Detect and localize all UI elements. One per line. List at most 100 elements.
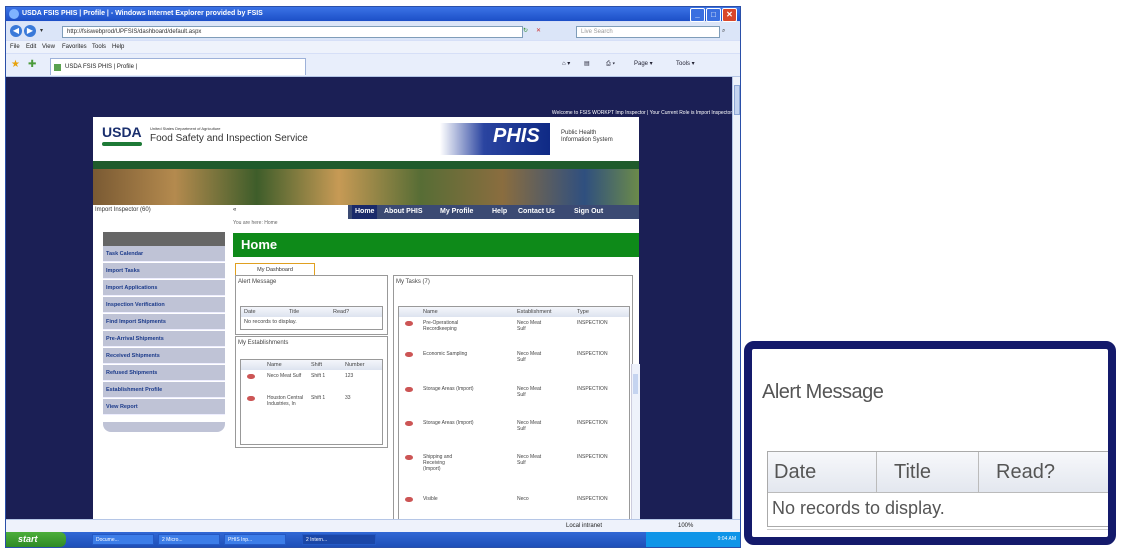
est-name[interactable]: Neco Meat Sulf [267, 373, 307, 379]
menu-tools[interactable]: Tools [92, 41, 106, 53]
col-type[interactable]: Type [577, 307, 589, 317]
task-name[interactable]: Shipping and Receiving (Import) [423, 454, 463, 472]
url-input[interactable]: http://fsiswebprod/UPFSIS/dashboard/defa… [62, 26, 523, 38]
taskbar: start Docume... 2 Micro... PHIS Inp... 2… [6, 532, 740, 547]
page-menu[interactable]: Page ▾ [634, 58, 653, 70]
forward-icon[interactable]: ▶ [24, 25, 36, 37]
feeds-icon[interactable]: ▤ [584, 58, 590, 70]
nav-contact[interactable]: Contact Us [518, 205, 555, 219]
add-favorite-icon[interactable]: ✚ [28, 59, 36, 70]
back-icon[interactable]: ◀ [10, 25, 22, 37]
menu-view[interactable]: View [42, 41, 55, 53]
tab-label: USDA FSIS PHIS | Profile | [65, 64, 138, 70]
view-icon[interactable] [405, 387, 413, 392]
sidebar-item-find-import-shipments[interactable]: Find Import Shipments [103, 314, 225, 330]
menu-edit[interactable]: Edit [26, 41, 36, 53]
col-establishment[interactable]: Establishment [517, 307, 552, 317]
browser-tab[interactable]: USDA FSIS PHIS | Profile | [50, 58, 306, 75]
task-est: Neco Meat Sulf [517, 320, 542, 332]
col-name[interactable]: Name [267, 360, 282, 370]
task-type: INSPECTION [577, 420, 608, 426]
tasks-panel-title: My Tasks (7) [396, 279, 430, 285]
task-name[interactable]: Storage Areas (Import) [423, 386, 483, 392]
zoom-col-title[interactable]: Title [894, 458, 931, 486]
col-date[interactable]: Date [244, 307, 256, 317]
phis-fullname: Public Health Information System [561, 130, 613, 144]
page-scroll-thumb[interactable] [734, 85, 740, 115]
view-icon[interactable] [405, 352, 413, 357]
sidebar-item-task-calendar[interactable]: Task Calendar [103, 246, 225, 262]
nav-help[interactable]: Help [492, 205, 507, 219]
phis-name-line1: Public Health [561, 130, 597, 136]
stop-icon[interactable]: ✕ [536, 26, 541, 36]
taskbar-item[interactable]: Docume... [92, 534, 154, 545]
view-icon[interactable] [405, 321, 413, 326]
view-icon[interactable] [405, 421, 413, 426]
home-icon[interactable]: ⌂ ▾ [562, 58, 570, 70]
nav-signout[interactable]: Sign Out [574, 205, 603, 219]
sidebar-item-inspection-verification[interactable]: Inspection Verification [103, 297, 225, 313]
taskbar-item[interactable]: 2 Intern... [302, 534, 376, 545]
taskbar-item[interactable]: PHIS Inp... [224, 534, 286, 545]
tools-menu[interactable]: Tools ▾ [676, 58, 695, 70]
establishments-panel: My Establishments Name Shift Number Neco… [235, 336, 388, 448]
sidebar-item-received-shipments[interactable]: Received Shipments [103, 348, 225, 364]
tasks-scrollbar[interactable] [631, 364, 640, 519]
sidebar-item-import-applications[interactable]: Import Applications [103, 280, 225, 296]
address-bar: ◀ ▶ ▾ http://fsiswebprod/UPFSIS/dashboar… [6, 22, 740, 40]
col-shift[interactable]: Shift [311, 360, 322, 370]
sidebar-item-import-tasks[interactable]: Import Tasks [103, 263, 225, 279]
minimize-button[interactable]: _ [690, 8, 705, 22]
task-type: INSPECTION [577, 320, 608, 326]
est-name[interactable]: Houston Central Industries, In [267, 395, 307, 407]
sidebar-item-establishment-profile[interactable]: Establishment Profile [103, 382, 225, 398]
refresh-icon[interactable]: ↻ [523, 26, 528, 36]
close-button[interactable]: ✕ [722, 8, 737, 22]
view-icon[interactable] [247, 374, 255, 379]
tasks-scroll-thumb[interactable] [633, 374, 638, 394]
view-icon[interactable] [247, 396, 255, 401]
favorites-star-icon[interactable]: ★ [11, 59, 20, 70]
main-nav: Home About PHIS My Profile Help Contact … [348, 205, 639, 219]
maximize-button[interactable]: □ [706, 8, 721, 22]
view-icon[interactable] [405, 497, 413, 502]
nav-profile[interactable]: My Profile [440, 205, 473, 219]
zoom-empty-message: No records to display. [772, 498, 945, 518]
favorites-bar: ★ ✚ USDA FSIS PHIS | Profile | ⌂ ▾ ▤ ⎙ ▾… [6, 54, 740, 77]
col-task-name[interactable]: Name [423, 307, 438, 317]
sidebar-item-pre-arrival-shipments[interactable]: Pre-Arrival Shipments [103, 331, 225, 347]
search-input[interactable]: Live Search [576, 26, 720, 38]
start-button[interactable]: start [6, 532, 66, 547]
sidebar-item-refused-shipments[interactable]: Refused Shipments [103, 365, 225, 381]
task-name[interactable]: Pre-Operational Recordkeeping [423, 320, 483, 332]
tasks-grid: Name Establishment Type Pre-Operational … [398, 306, 630, 521]
recent-pages-dropdown[interactable]: ▾ [40, 26, 43, 36]
view-icon[interactable] [405, 455, 413, 460]
page-scrollbar[interactable] [732, 77, 740, 519]
search-icon[interactable]: ⌕ [722, 26, 725, 36]
task-name[interactable]: Storage Areas (Import) [423, 420, 483, 426]
zoom-col-read[interactable]: Read? [996, 458, 1055, 486]
col-read[interactable]: Read? [333, 307, 349, 317]
col-title[interactable]: Title [289, 307, 299, 317]
print-icon[interactable]: ⎙ ▾ [606, 58, 615, 70]
menu-favorites[interactable]: Favorites [62, 41, 87, 53]
nav-about[interactable]: About PHIS [384, 205, 423, 219]
col-number[interactable]: Number [345, 360, 365, 370]
task-type: INSPECTION [577, 386, 608, 392]
alert-zoom-callout: Alert Message Date Title Read? No record… [744, 341, 1116, 545]
menu-help[interactable]: Help [112, 41, 124, 53]
phis-page: USDA United States Department of Agricul… [93, 117, 640, 521]
establishments-grid: Name Shift Number Neco Meat Sulf Shift 1… [240, 359, 383, 445]
zoom-grid-header: Date Title Read? [768, 452, 1108, 493]
menu-file[interactable]: File [10, 41, 20, 53]
est-number: 33 [345, 395, 351, 401]
task-name[interactable]: Economic Sampling [423, 351, 483, 357]
collapse-icon[interactable]: « [233, 207, 236, 213]
zoom-col-date[interactable]: Date [774, 458, 816, 486]
tasks-grid-header: Name Establishment Type [399, 307, 629, 317]
task-name[interactable]: Visible [423, 496, 483, 502]
sidebar-item-view-report[interactable]: View Report [103, 399, 225, 415]
taskbar-item[interactable]: 2 Micro... [158, 534, 220, 545]
nav-home[interactable]: Home [352, 205, 378, 219]
